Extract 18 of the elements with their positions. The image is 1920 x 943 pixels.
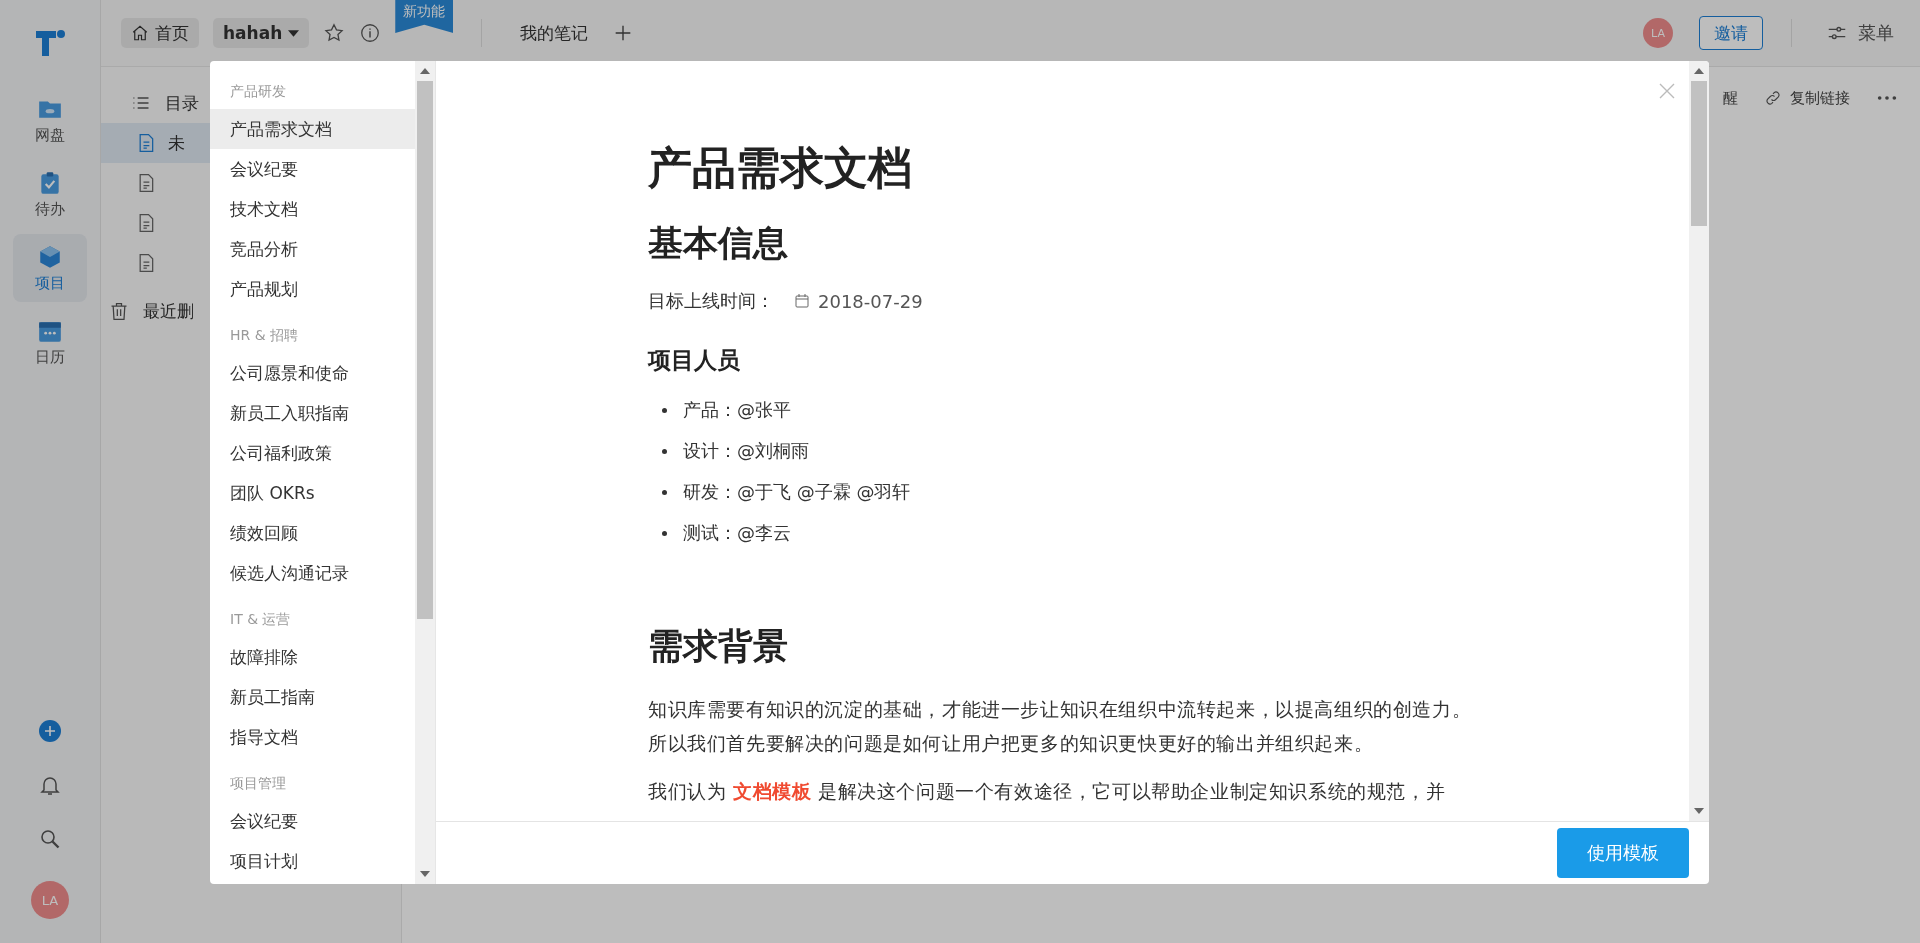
list-item: 研发：@于飞 @子霖 @羽轩 — [683, 480, 911, 504]
new-feature-ribbon: 新功能 — [395, 0, 454, 33]
section-heading: 需求背景 — [648, 625, 789, 668]
list-item: 测试：@李云 — [683, 521, 791, 545]
category-heading: HR & 招聘 — [229, 326, 300, 345]
section-heading: 基本信息 — [648, 222, 789, 265]
field-label: 目标上线时间： — [648, 289, 774, 313]
document-title: 产品需求文档 — [648, 141, 913, 195]
paragraph: 知识库需要有知识的沉淀的基础，才能进一步让知识在组织中流转起来，以提高组织的创造力。所以我们首先要解决的问题是如何让用户把更多的知识更快更好的输出并组织起来。 — [648, 697, 1473, 756]
category-heading: IT & 运营 — [229, 610, 292, 629]
date-value: 2018-07-29 — [818, 290, 923, 312]
toc-label: 目录 — [165, 91, 199, 115]
category-heading: 项目管理 — [229, 774, 287, 793]
list-item: 产品：@张平 — [683, 398, 791, 422]
paragraph: 我们认为 文档模板 是解决这个问题一个有效途径，它可以帮助企业制定知识系统的规范，并 — [648, 779, 1447, 804]
list-item: 设计：@刘桐雨 — [683, 439, 809, 463]
category-heading: 产品研发 — [229, 82, 287, 101]
subsection-heading: 项目人员 — [648, 346, 741, 375]
